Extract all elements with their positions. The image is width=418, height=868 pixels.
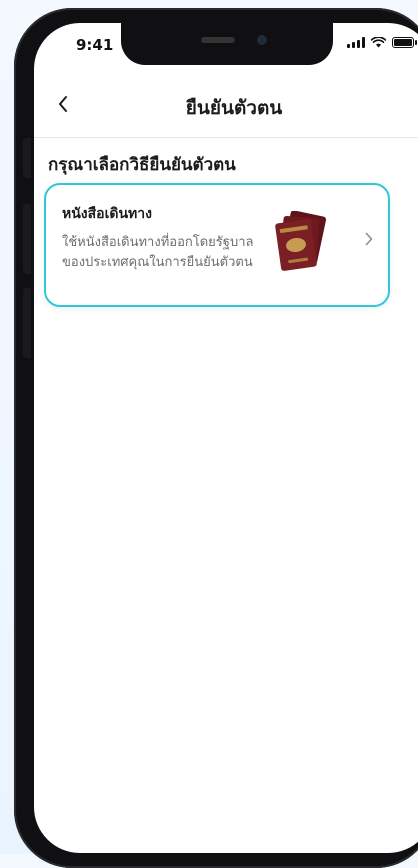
- navigation-bar: ยืนยันตัวตน: [34, 81, 418, 131]
- speaker: [201, 37, 235, 43]
- passport-image: [275, 211, 327, 271]
- phone-frame: 9:41 ยืนยันตัวตน กรุณาเลือกวิธียืนยันตัว…: [14, 8, 418, 868]
- status-time: 9:41: [76, 36, 114, 54]
- status-icons: [347, 37, 417, 48]
- section-title: กรุณาเลือกวิธียืนยันตัวตน: [48, 155, 236, 175]
- notch: [121, 23, 333, 65]
- option-description: ใช้หนังสือเดินทางที่ออกโดยรัฐบาลของประเท…: [62, 235, 254, 270]
- option-chevron: [362, 229, 376, 249]
- wifi-icon: [371, 37, 386, 48]
- page-title: ยืนยันตัวตน: [185, 97, 283, 119]
- screen: 9:41 ยืนยันตัวตน กรุณาเลือกวิธียืนยันตัว…: [34, 23, 418, 853]
- option-card-passport[interactable]: หนังสือเดินทาง ใช้หนังสือเดินทางที่ออกโด…: [44, 183, 390, 307]
- chevron-right-icon: [365, 232, 373, 246]
- front-camera: [257, 35, 267, 45]
- signal-icon: [347, 37, 365, 48]
- mute-switch: [23, 138, 31, 178]
- option-title: หนังสือเดินทาง: [62, 206, 152, 222]
- header-divider: [34, 137, 418, 138]
- volume-down-button: [23, 288, 31, 358]
- volume-up-button: [23, 204, 31, 274]
- battery-icon: [392, 37, 417, 48]
